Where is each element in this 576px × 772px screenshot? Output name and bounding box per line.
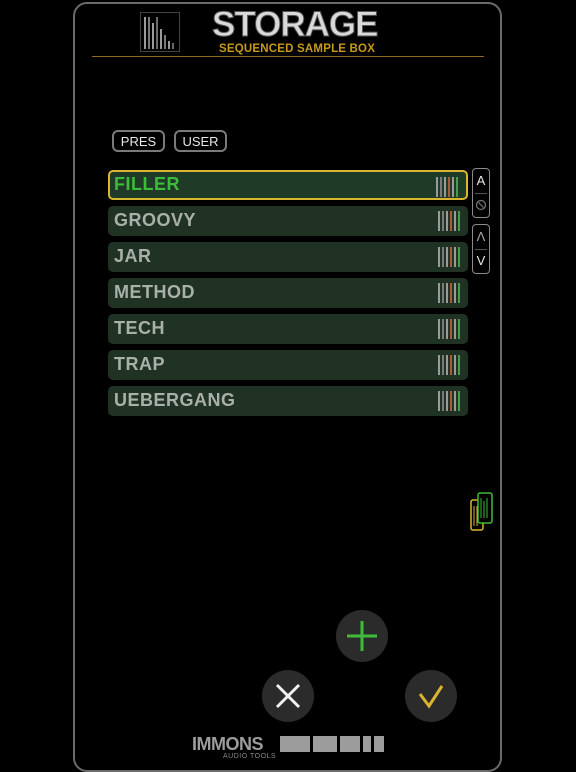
add-button[interactable]	[336, 610, 388, 662]
plus-icon	[347, 621, 377, 651]
scroll-control[interactable]: Λ V	[472, 224, 490, 274]
preset-label: GROOVY	[114, 210, 197, 230]
brand-name: IMMONS	[192, 734, 264, 754]
preset-item-uebergang[interactable]: UEBERGANG	[108, 386, 468, 416]
header-divider	[92, 56, 484, 57]
preset-thumbnail-icon	[438, 211, 462, 231]
brand-blocks-icon	[280, 736, 384, 752]
app-subtitle: SEQUENCED SAMPLE BOX	[219, 43, 376, 55]
preset-item-filler[interactable]: FILLER	[108, 170, 468, 200]
preset-item-groovy[interactable]: GROOVY	[108, 206, 468, 236]
preset-item-trap[interactable]: TRAP	[108, 350, 468, 380]
preset-thumbnail-icon	[438, 391, 462, 411]
preset-item-tech[interactable]: TECH	[108, 314, 468, 344]
preset-label: TRAP	[114, 354, 165, 374]
close-icon	[275, 683, 301, 709]
tab-presets[interactable]: PRES	[112, 130, 165, 152]
preset-label: METHOD	[114, 282, 195, 302]
preset-item-jar[interactable]: JAR	[108, 242, 468, 272]
scroll-down-button[interactable]: V	[473, 250, 489, 272]
app-title: STORAGE	[211, 5, 378, 44]
tab-user[interactable]: USER	[174, 130, 227, 152]
checkmark-icon	[418, 685, 444, 709]
clock-icon	[475, 199, 487, 211]
preset-thumbnail-icon	[438, 319, 462, 339]
preset-label: UEBERGANG	[114, 390, 236, 410]
preset-item-method[interactable]: METHOD	[108, 278, 468, 308]
brand-subtitle: AUDIO TOOLS	[223, 753, 277, 760]
preset-thumbnail-icon	[438, 355, 462, 375]
cancel-button[interactable]	[262, 670, 314, 722]
confirm-button[interactable]	[405, 670, 457, 722]
brand-logo: IMMONS	[192, 734, 384, 754]
sort-control[interactable]: A	[472, 168, 490, 218]
preset-label: FILLER	[114, 174, 180, 194]
app-logo-icon	[140, 12, 180, 52]
sort-alpha-button[interactable]: A	[473, 169, 489, 193]
preset-label: TECH	[114, 318, 165, 338]
preset-list: FILLER GROOVY JAR METHOD TECH TRAP UEBER…	[108, 170, 468, 422]
keyboard-toggle-icon[interactable]	[470, 492, 494, 532]
preset-thumbnail-icon	[438, 283, 462, 303]
sort-recent-button[interactable]	[473, 194, 489, 216]
preset-thumbnail-icon	[438, 247, 462, 267]
preset-label: JAR	[114, 246, 152, 266]
scroll-up-button[interactable]: Λ	[473, 225, 489, 249]
preset-thumbnail-icon	[436, 177, 460, 197]
